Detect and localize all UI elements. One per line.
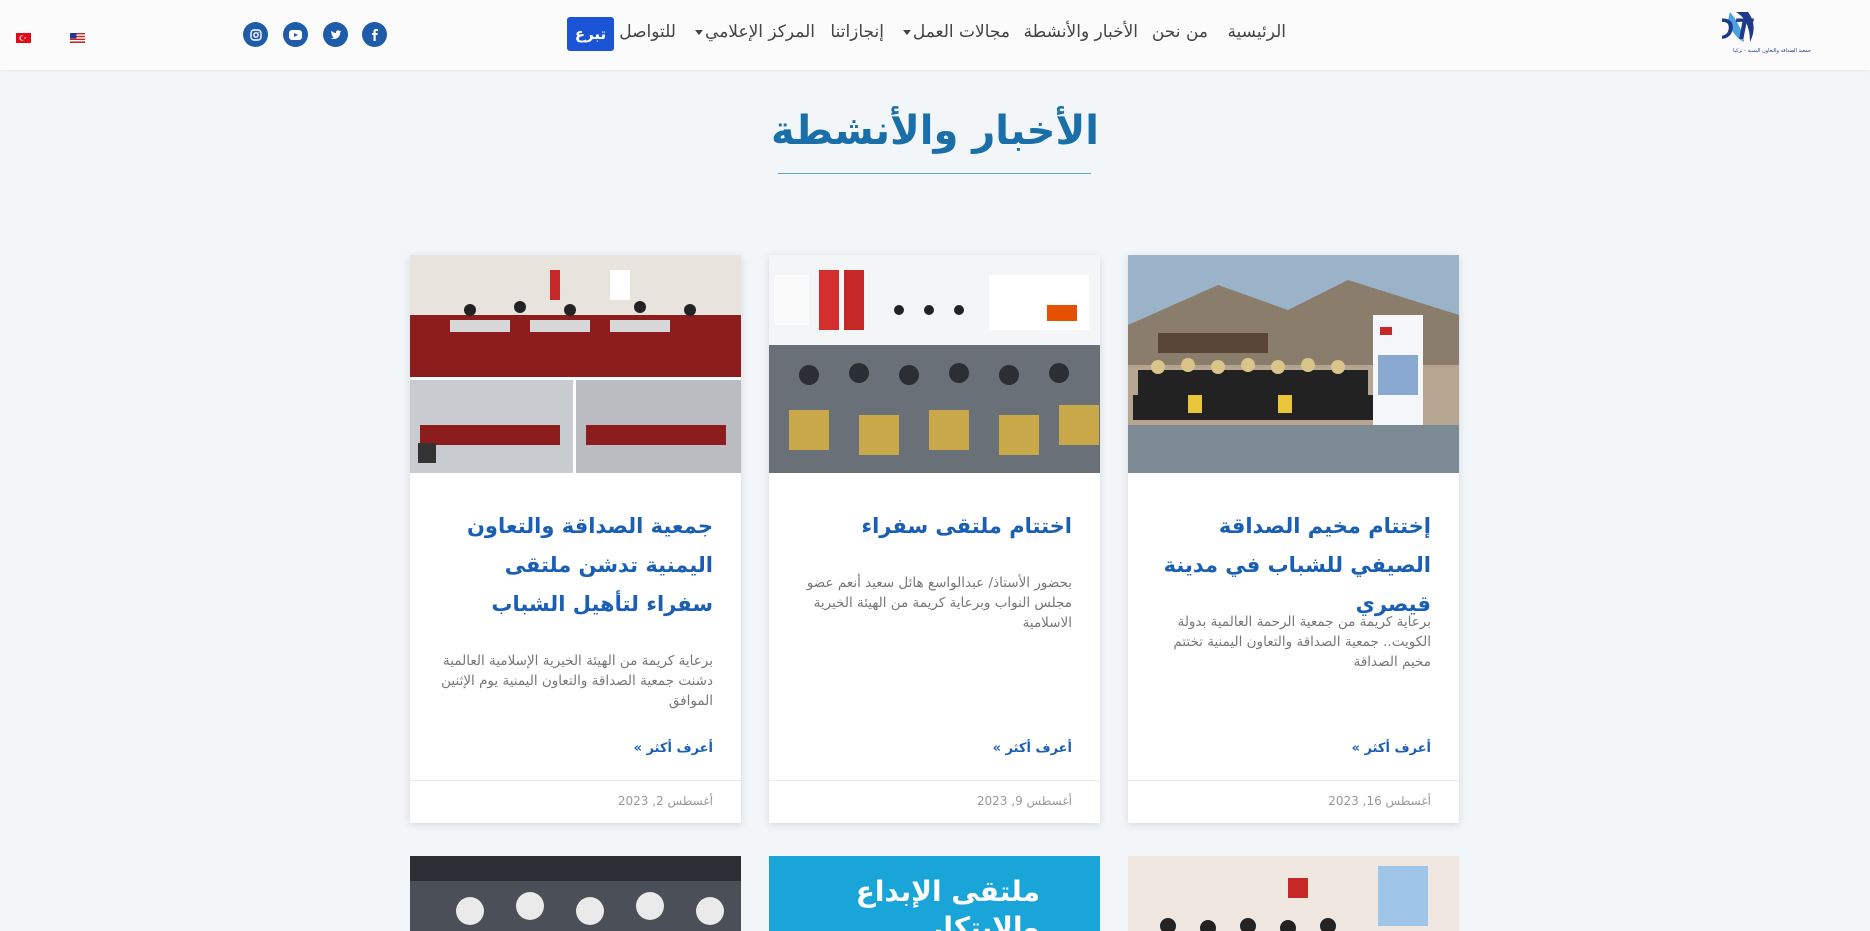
nav-achievements[interactable]: إنجازاتنا <box>830 22 884 42</box>
news-card: إختتام مخيم الصداقة الصيفي للشباب في مدي… <box>1128 255 1459 823</box>
post-date: أغسطس 16, 2023 <box>1328 794 1431 808</box>
nav-fields[interactable]: مجالات العمل <box>902 22 1010 42</box>
logo-caption: جمعية الصداقة والتعاون اليمنية - تركيا <box>1732 48 1812 54</box>
post-image <box>410 856 741 931</box>
post-title[interactable]: جمعية الصداقة والتعاون اليمنية تدشن ملتق… <box>433 507 713 624</box>
nav-media-label: المركز الإعلامي <box>705 22 815 42</box>
post-excerpt: بحضور الأستاذ/ عبدالواسع هائل سعيد أنعم … <box>806 575 1072 631</box>
post-image <box>1128 856 1459 931</box>
nav-fields-label: مجالات العمل <box>912 22 1010 42</box>
card-divider <box>1128 780 1459 781</box>
title-divider <box>778 173 1091 174</box>
news-card[interactable] <box>410 856 741 931</box>
post-image[interactable] <box>410 255 741 473</box>
page-title: الأخبار والأنشطة <box>771 108 1099 154</box>
card-divider <box>769 780 1100 781</box>
read-more-link[interactable]: أعرف أكثر » <box>634 741 713 756</box>
post-date: أغسطس 2, 2023 <box>617 794 713 808</box>
site-logo[interactable]: DT جمعية الصداقة والتعاون اليمنية - تركي… <box>1712 8 1822 58</box>
post-title[interactable]: إختتام مخيم الصداقة الصيفي للشباب في مدي… <box>1151 507 1431 624</box>
youtube-icon[interactable] <box>283 22 308 47</box>
news-card: جمعية الصداقة والتعاون اليمنية تدشن ملتق… <box>410 255 741 823</box>
news-card: اختتام ملتقى سفراء بحضور الأستاذ/ عبدالو… <box>769 255 1100 823</box>
instagram-icon[interactable] <box>243 22 268 47</box>
nav-contact[interactable]: للتواصل <box>619 22 676 42</box>
turkey-flag-icon[interactable] <box>16 28 31 43</box>
site-header: DT جمعية الصداقة والتعاون اليمنية - تركي… <box>0 0 1870 70</box>
facebook-icon[interactable] <box>362 22 387 47</box>
read-more-link[interactable]: أعرف أكثر » <box>1352 741 1431 756</box>
donate-button[interactable]: تبرع <box>567 17 614 51</box>
twitter-icon[interactable] <box>323 22 348 47</box>
nav-about[interactable]: من نحن <box>1152 22 1208 42</box>
nav-media[interactable]: المركز الإعلامي <box>695 22 815 42</box>
news-card[interactable]: ملتقى الإبداع والابتكار <box>769 856 1100 931</box>
logo-mark: DT <box>1712 12 1755 46</box>
chevron-down-icon <box>902 29 911 35</box>
post-image[interactable] <box>1128 255 1459 473</box>
us-flag-icon[interactable] <box>70 28 85 43</box>
nav-home[interactable]: الرئيسية <box>1227 22 1286 42</box>
logo-lettering: DT <box>1722 13 1755 46</box>
post-title[interactable]: اختتام ملتقى سفراء <box>792 507 1072 546</box>
news-card[interactable] <box>1128 856 1459 931</box>
chevron-down-icon <box>695 29 704 35</box>
post-image[interactable] <box>769 255 1100 473</box>
post-excerpt: برعاية كريمة من جمعية الرحمة العالمية بد… <box>1173 614 1431 670</box>
post-excerpt: برعاية كريمة من الهيئة الخيرية الإسلامية… <box>441 653 713 709</box>
read-more-link[interactable]: أعرف أكثر » <box>993 741 1072 756</box>
post-date: أغسطس 9, 2023 <box>976 794 1072 808</box>
banner-text: ملتقى الإبداع والابتكار <box>855 875 1040 931</box>
nav-news[interactable]: الأخبار والأنشطة <box>1024 22 1138 42</box>
card-divider <box>410 780 741 781</box>
